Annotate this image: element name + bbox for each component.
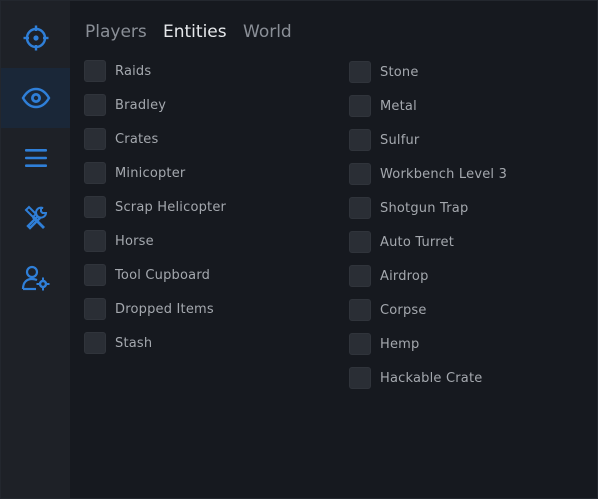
checkbox[interactable]	[84, 60, 106, 82]
option-label: Minicopter	[115, 166, 186, 181]
checkbox[interactable]	[84, 298, 106, 320]
list-icon	[24, 149, 47, 167]
sidebar-item-tools[interactable]	[1, 188, 70, 248]
option-shotgun-trap[interactable]: Shotgun Trap	[349, 197, 507, 231]
options-column-right: Stone Metal Sulfur Workbench Level 3 Sho…	[349, 61, 507, 401]
option-metal[interactable]: Metal	[349, 95, 507, 129]
option-label: Sulfur	[380, 133, 420, 148]
option-corpse[interactable]: Corpse	[349, 299, 507, 333]
checkbox[interactable]	[84, 230, 106, 252]
option-stone[interactable]: Stone	[349, 61, 507, 95]
sidebar-item-visuals[interactable]	[1, 68, 70, 128]
checkbox[interactable]	[84, 196, 106, 218]
option-horse[interactable]: Horse	[84, 230, 226, 264]
sidebar-item-misc[interactable]	[1, 128, 70, 188]
option-label: Dropped Items	[115, 302, 214, 317]
option-label: Horse	[115, 234, 154, 249]
tab-players[interactable]: Players	[85, 21, 147, 43]
eye-icon	[21, 87, 50, 109]
option-tool-cupboard[interactable]: Tool Cupboard	[84, 264, 226, 298]
checkbox[interactable]	[84, 332, 106, 354]
crosshair-icon	[23, 25, 48, 51]
checkbox[interactable]	[84, 264, 106, 286]
user-settings-icon	[21, 265, 49, 291]
option-scrap-helicopter[interactable]: Scrap Helicopter	[84, 196, 226, 230]
option-hackable-crate[interactable]: Hackable Crate	[349, 367, 507, 401]
option-label: Auto Turret	[380, 235, 454, 250]
checkbox[interactable]	[349, 95, 371, 117]
option-raids[interactable]: Raids	[84, 60, 226, 94]
checkbox[interactable]	[349, 163, 371, 185]
option-label: Workbench Level 3	[380, 167, 508, 182]
checkbox[interactable]	[349, 61, 371, 83]
option-label: Airdrop	[380, 269, 429, 284]
option-label: Shotgun Trap	[380, 201, 469, 216]
option-label: Stash	[115, 336, 153, 351]
checkbox[interactable]	[349, 367, 371, 389]
option-label: Scrap Helicopter	[115, 200, 227, 215]
option-stash[interactable]: Stash	[84, 332, 226, 366]
options-column-left: Raids Bradley Crates Minicopter Scrap He…	[84, 60, 226, 366]
tools-icon	[24, 205, 47, 230]
checkbox[interactable]	[349, 129, 371, 151]
checkbox[interactable]	[349, 299, 371, 321]
checkbox[interactable]	[349, 231, 371, 253]
option-label: Corpse	[380, 303, 427, 318]
checkbox[interactable]	[84, 128, 106, 150]
checkbox[interactable]	[84, 94, 106, 116]
option-workbench-level-3[interactable]: Workbench Level 3	[349, 163, 507, 197]
checkbox[interactable]	[84, 162, 106, 184]
checkbox[interactable]	[349, 265, 371, 287]
option-sulfur[interactable]: Sulfur	[349, 129, 507, 163]
option-label: Hemp	[380, 337, 420, 352]
app-window: Players Entities World Raids Bradley Cra…	[0, 0, 598, 499]
option-airdrop[interactable]: Airdrop	[349, 265, 507, 299]
option-bradley[interactable]: Bradley	[84, 94, 226, 128]
checkbox[interactable]	[349, 333, 371, 355]
tab-world[interactable]: World	[243, 21, 292, 43]
option-crates[interactable]: Crates	[84, 128, 226, 162]
option-auto-turret[interactable]: Auto Turret	[349, 231, 507, 265]
checkbox[interactable]	[349, 197, 371, 219]
option-hemp[interactable]: Hemp	[349, 333, 507, 367]
option-minicopter[interactable]: Minicopter	[84, 162, 226, 196]
sidebar	[1, 1, 70, 498]
sidebar-item-account[interactable]	[1, 248, 70, 308]
sidebar-item-aim[interactable]	[1, 8, 70, 68]
tab-entities[interactable]: Entities	[163, 21, 227, 43]
option-label: Crates	[115, 132, 159, 147]
option-label: Tool Cupboard	[115, 268, 211, 283]
option-label: Stone	[380, 65, 419, 80]
option-label: Raids	[115, 64, 152, 79]
option-label: Metal	[380, 99, 417, 114]
option-label: Bradley	[115, 98, 167, 113]
option-label: Hackable Crate	[380, 371, 483, 386]
option-dropped-items[interactable]: Dropped Items	[84, 298, 226, 332]
